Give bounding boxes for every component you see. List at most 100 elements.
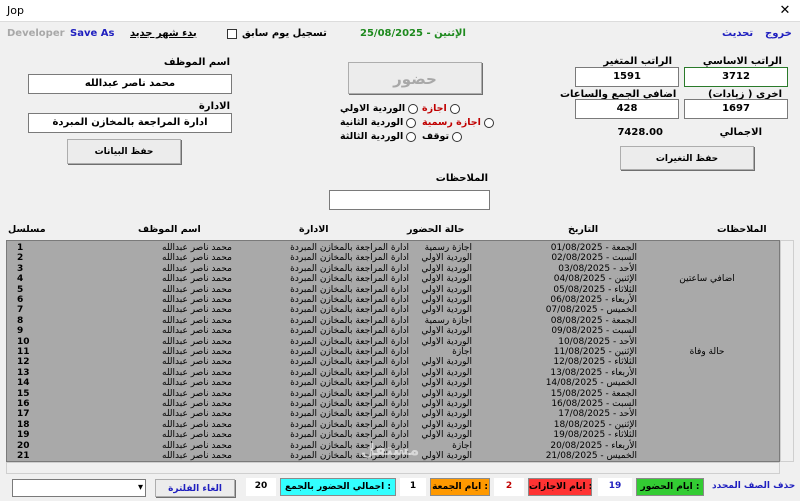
table-row[interactable]: 5 محمد ناصر عبدالله ادارة المراجعة بالمخاز…	[7, 284, 779, 295]
col-header-date[interactable]: التاريخ	[568, 224, 598, 235]
radio-second-shift-label: الوردية الثانية	[340, 117, 404, 128]
radio-leave-label: اجازة	[422, 103, 447, 114]
cell-serial: 15	[17, 388, 30, 399]
save-as-link[interactable]: Save As	[70, 28, 114, 39]
exit-link[interactable]: خروج	[765, 28, 792, 39]
notes-input[interactable]	[329, 190, 490, 210]
cell-dept: ادارة المراجعة بالمخازن المبردة	[290, 409, 409, 420]
save-changes-button[interactable]: حفظ التغيرات	[620, 146, 754, 170]
watermark-text: مستقل	[360, 440, 420, 459]
cell-date: 12/08/2025 - الثلاثاء	[553, 357, 637, 368]
radio-circle[interactable]	[408, 103, 419, 114]
department-field[interactable]: ادارة المراجعة بالمخازن المبردة	[28, 113, 232, 133]
cell-status: الوردية الاولي	[421, 295, 472, 305]
cell-dept: ادارة المراجعة بالمخازن المبردة	[290, 336, 409, 347]
col-header-notes[interactable]: الملاحظات	[717, 224, 767, 235]
cell-status: الوردية الاولي	[421, 378, 472, 389]
present-button[interactable]: حضور	[348, 62, 482, 94]
table-row[interactable]: 3 محمد ناصر عبدالله ادارة المراجعة بالمخاز…	[7, 263, 779, 274]
table-row[interactable]: 19 محمد ناصر عبدالله ادارة المراجعة بالمخا…	[7, 430, 779, 441]
table-row[interactable]: 1 محمد ناصر عبدالله ادارة المراجعة بالمخاز…	[7, 243, 779, 253]
radio-second-shift[interactable]: الوردية الثانية	[340, 117, 417, 128]
basic-salary-field[interactable]: 3712	[684, 67, 788, 87]
table-row[interactable]: 17 محمد ناصر عبدالله ادارة المراجعة بالمخا…	[7, 409, 779, 420]
radio-circle[interactable]	[483, 117, 494, 128]
cell-serial: 3	[17, 263, 24, 274]
cell-serial: 10	[17, 336, 30, 347]
extra-salary-field[interactable]: 428	[575, 99, 679, 119]
cell-dept: ادارة المراجعة بالمخازن المبردة	[290, 315, 409, 326]
delete-row-link[interactable]: حذف الصف المحدد	[712, 481, 795, 491]
cell-status: الوردية الاولي	[421, 284, 472, 295]
notes-label: الملاحظات	[435, 173, 488, 184]
cell-dept: ادارة المراجعة بالمخازن المبردة	[290, 347, 409, 357]
attendance-table[interactable]: 1 محمد ناصر عبدالله ادارة المراجعة بالمخاز…	[6, 240, 780, 462]
table-row[interactable]: 6 محمد ناصر عبدالله ادارة المراجعة بالمخاز…	[7, 295, 779, 305]
vertical-scrollbar[interactable]	[780, 240, 794, 462]
table-row[interactable]: 12 محمد ناصر عبدالله ادارة المراجعة بالمخا…	[7, 357, 779, 368]
cell-status: الوردية الاولي	[421, 336, 472, 347]
cell-dept: ادارة المراجعة بالمخازن المبردة	[290, 284, 409, 295]
chevron-down-icon[interactable]: ▾	[138, 482, 143, 493]
cell-name: محمد ناصر عبدالله	[162, 253, 232, 264]
save-data-button[interactable]: حفظ البيانات	[67, 139, 181, 164]
table-row[interactable]: 14 محمد ناصر عبدالله ادارة المراجعة بالمخا…	[7, 378, 779, 389]
table-row[interactable]: 4 محمد ناصر عبدالله ادارة المراجعة بالمخاز…	[7, 274, 779, 285]
radio-leave[interactable]: اجازة	[422, 103, 460, 114]
table-row[interactable]: 8 محمد ناصر عبدالله ادارة المراجعة بالمخاز…	[7, 315, 779, 326]
current-date: 25/08/2025 - الإثنين	[360, 28, 466, 39]
variable-salary-field[interactable]: 1591	[575, 67, 679, 87]
cell-status: الوردية الاولي	[421, 274, 472, 285]
cell-dept: ادارة المراجعة بالمخازن المبردة	[290, 388, 409, 399]
col-header-name[interactable]: اسم الموظف	[138, 224, 201, 235]
cell-dept: ادارة المراجعة بالمخازن المبردة	[290, 274, 409, 285]
cell-serial: 19	[17, 430, 30, 441]
table-row[interactable]: 13 محمد ناصر عبدالله ادارة المراجعة بالمخا…	[7, 367, 779, 378]
cell-name: محمد ناصر عبدالله	[162, 336, 232, 347]
cell-name: محمد ناصر عبدالله	[162, 326, 232, 337]
cell-dept: ادارة المراجعة بالمخازن المبردة	[290, 305, 409, 316]
table-row[interactable]: 2 محمد ناصر عبدالله ادارة المراجعة بالمخاز…	[7, 253, 779, 264]
checkbox-box[interactable]	[227, 28, 237, 39]
cell-name: محمد ناصر عبدالله	[162, 367, 232, 378]
cell-date: 14/08/2025 - الخميس	[545, 378, 637, 389]
developer-link[interactable]: Developer	[7, 28, 65, 39]
table-row[interactable]: 11 محمد ناصر عبدالله ادارة المراجعة بالمخا…	[7, 347, 779, 357]
cell-name: محمد ناصر عبدالله	[162, 451, 232, 461]
radio-stop[interactable]: توقف	[422, 131, 463, 142]
radio-first-shift[interactable]: الوردية الاولي	[340, 103, 419, 114]
radio-circle[interactable]	[406, 117, 417, 128]
department-label: الادارة	[198, 101, 230, 112]
cell-serial: 11	[17, 347, 30, 357]
total-salary-value: 7428.00	[617, 127, 663, 138]
prev-day-checkbox[interactable]: تسجيل يوم سابق	[227, 28, 327, 39]
employee-name-field[interactable]: محمد ناصر عبدالله	[28, 74, 232, 94]
radio-circle[interactable]	[406, 131, 417, 142]
table-row[interactable]: 16 محمد ناصر عبدالله ادارة المراجعة بالمخا…	[7, 399, 779, 409]
col-header-dept[interactable]: الادارة	[299, 224, 329, 235]
cell-name: محمد ناصر عبدالله	[162, 284, 232, 295]
table-row[interactable]: 7 محمد ناصر عبدالله ادارة المراجعة بالمخاز…	[7, 305, 779, 316]
radio-official-leave[interactable]: اجازة رسمية	[422, 117, 494, 128]
table-row[interactable]: 10 محمد ناصر عبدالله ادارة المراجعة بالمخا…	[7, 336, 779, 347]
table-row[interactable]: 9 محمد ناصر عبدالله ادارة المراجعة بالمخاز…	[7, 326, 779, 337]
cancel-filter-button[interactable]: الغاء الفلترة	[155, 479, 235, 497]
col-header-serial[interactable]: مسلسل	[8, 224, 46, 235]
cell-dept: ادارة المراجعة بالمخازن المبردة	[290, 399, 409, 409]
new-month-link[interactable]: بدء شهر جديد	[130, 28, 197, 39]
table-row[interactable]: 15 محمد ناصر عبدالله ادارة المراجعة بالمخا…	[7, 388, 779, 399]
radio-third-shift[interactable]: الوردية الثالثة	[340, 131, 417, 142]
radio-circle[interactable]	[449, 103, 460, 114]
cell-dept: ادارة المراجعة بالمخازن المبردة	[290, 253, 409, 264]
col-header-status[interactable]: حالة الحضور	[407, 224, 465, 235]
cell-serial: 1	[17, 243, 24, 253]
cell-date: 01/08/2025 - الجمعة	[550, 243, 637, 253]
filter-select[interactable]: ▾	[12, 479, 146, 497]
table-row[interactable]: 18 محمد ناصر عبدالله ادارة المراجعة بالمخا…	[7, 420, 779, 430]
close-icon[interactable]: ✕	[770, 0, 800, 22]
cell-dept: ادارة المراجعة بالمخازن المبردة	[290, 378, 409, 389]
cell-date: 13/08/2025 - الأربعاء	[550, 367, 637, 378]
radio-circle[interactable]	[452, 131, 463, 142]
other-salary-field[interactable]: 1697	[684, 99, 788, 119]
refresh-link[interactable]: تحديث	[722, 28, 753, 39]
